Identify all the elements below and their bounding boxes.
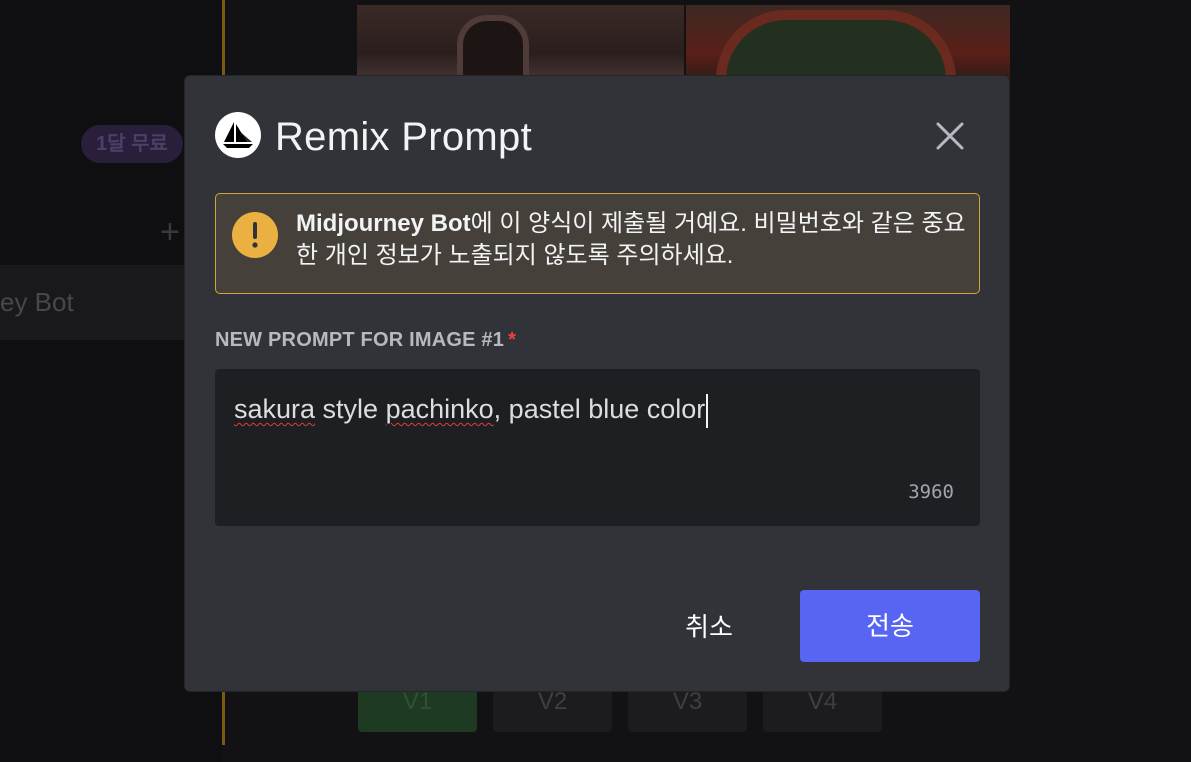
- remix-prompt-modal: Remix Prompt Midjourney Bot에 이 양식이 제출될 거…: [184, 75, 1010, 692]
- exclamation-icon: [232, 212, 278, 258]
- generated-image-2: [686, 5, 1010, 150]
- required-marker: *: [508, 329, 517, 351]
- prompt-input[interactable]: sakura style pachinko, pastel blue color: [234, 389, 954, 429]
- misspelled-word: sakura: [234, 394, 316, 424]
- warning-notice: Midjourney Bot에 이 양식이 제출될 거예요. 비밀번호와 같은 …: [215, 193, 980, 294]
- warning-text: Midjourney Bot에 이 양식이 제출될 거예요. 비밀번호와 같은 …: [296, 208, 966, 272]
- modal-title: Remix Prompt: [275, 115, 532, 159]
- generated-image-1: [357, 5, 684, 97]
- prompt-textarea[interactable]: sakura style pachinko, pastel blue color…: [215, 369, 980, 526]
- free-month-badge: 1달 무료: [81, 125, 183, 163]
- text-caret: [706, 393, 709, 428]
- add-icon: +: [160, 213, 180, 251]
- cancel-button[interactable]: 취소: [657, 591, 761, 663]
- prompt-text-segment: style: [315, 394, 386, 424]
- character-count: 3960: [908, 481, 954, 503]
- close-icon[interactable]: [932, 118, 968, 154]
- bot-name: Midjourney Bot: [296, 210, 471, 237]
- sailboat-icon: [215, 112, 261, 158]
- misspelled-word: pachinko: [385, 394, 494, 424]
- prompt-field-label: NEW PROMPT FOR IMAGE #1 *: [215, 327, 516, 353]
- submit-button[interactable]: 전송: [800, 590, 980, 662]
- prompt-label-text: NEW PROMPT FOR IMAGE #1: [215, 329, 505, 351]
- background-channel-label: ey Bot: [0, 265, 210, 340]
- prompt-text-segment: , pastel blue color: [493, 394, 706, 424]
